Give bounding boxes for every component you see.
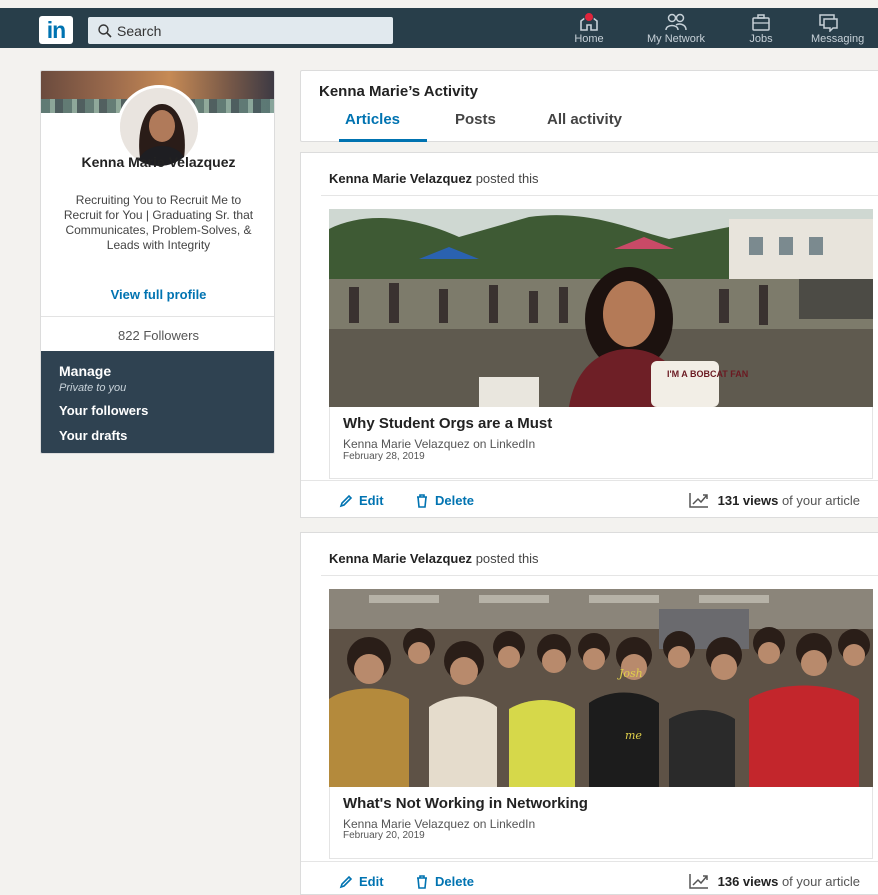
network-icon xyxy=(665,13,687,31)
profile-name[interactable]: Kenna Marie Velazquez xyxy=(41,153,274,172)
post-byline: Kenna Marie Velazquez posted this xyxy=(329,171,539,186)
post-byline: Kenna Marie Velazquez posted this xyxy=(329,551,539,566)
trash-icon xyxy=(417,493,427,508)
tab-posts[interactable]: Posts xyxy=(455,111,496,128)
article-post: Kenna Marie Velazquez posted this xyxy=(300,152,878,518)
activity-header: Kenna Marie’s Activity Articles Posts Al… xyxy=(300,70,878,142)
manage-panel: Manage Private to you Your followers You… xyxy=(41,351,274,453)
top-nav-bar: in Home My Network Jobs xyxy=(0,8,878,48)
edit-button[interactable]: Edit xyxy=(339,874,384,889)
post-author[interactable]: Kenna Marie Velazquez xyxy=(329,551,472,566)
post-action: posted this xyxy=(475,171,539,186)
active-tab-indicator xyxy=(339,139,427,142)
search-box[interactable] xyxy=(88,17,393,44)
nav-my-network-label: My Network xyxy=(646,33,706,45)
article-title[interactable]: Why Student Orgs are a Must xyxy=(343,415,552,432)
your-followers-link[interactable]: Your followers xyxy=(59,403,148,418)
divider xyxy=(301,480,878,481)
profile-headline: Recruiting You to Recruit Me to Recruit … xyxy=(63,193,254,252)
article-post: Kenna Marie Velazquez posted this xyxy=(300,532,878,895)
article-cover-image[interactable]: Josh me xyxy=(329,589,873,787)
tab-articles[interactable]: Articles xyxy=(345,111,400,128)
nav-home-label: Home xyxy=(574,33,604,45)
divider xyxy=(321,575,878,576)
article-views[interactable]: 136 views of your article xyxy=(688,872,860,890)
your-drafts-link[interactable]: Your drafts xyxy=(59,428,127,443)
search-input[interactable] xyxy=(117,17,387,44)
analytics-icon xyxy=(688,874,708,889)
handwriting-me: me xyxy=(625,729,642,742)
pencil-icon xyxy=(339,875,353,888)
analytics-icon xyxy=(688,493,708,508)
nav-my-network[interactable]: My Network xyxy=(636,10,716,48)
article-date: February 20, 2019 xyxy=(343,830,425,841)
nav-jobs[interactable]: Jobs xyxy=(743,10,779,48)
search-icon xyxy=(98,24,112,38)
article-title[interactable]: What's Not Working in Networking xyxy=(343,795,588,812)
delete-button[interactable]: Delete xyxy=(415,874,474,889)
briefcase-icon xyxy=(752,14,770,31)
tab-all-activity[interactable]: All activity xyxy=(547,111,622,128)
edit-button[interactable]: Edit xyxy=(339,493,384,508)
nav-messaging-label: Messaging xyxy=(811,33,865,45)
pencil-icon xyxy=(339,494,353,507)
views-count: 131 views xyxy=(717,492,779,508)
delete-label: Delete xyxy=(435,874,475,889)
divider xyxy=(301,861,878,862)
manage-privacy-note: Private to you xyxy=(59,382,127,394)
notification-badge xyxy=(584,12,594,22)
view-full-profile-link[interactable]: View full profile xyxy=(41,287,274,302)
nav-home[interactable]: Home xyxy=(566,10,612,48)
linkedin-logo[interactable]: in xyxy=(39,16,73,44)
activity-title: Kenna Marie’s Activity xyxy=(319,83,478,100)
trash-icon xyxy=(417,874,427,889)
sign-text: I'M A BOBCAT FAN xyxy=(667,369,748,379)
article-date: February 28, 2019 xyxy=(343,451,425,462)
delete-label: Delete xyxy=(435,493,475,508)
nav-messaging[interactable]: Messaging xyxy=(811,10,878,48)
views-suffix: of your article xyxy=(781,873,860,889)
views-suffix: of your article xyxy=(781,492,860,508)
messaging-icon xyxy=(819,14,838,32)
manage-title: Manage xyxy=(59,363,112,379)
post-author[interactable]: Kenna Marie Velazquez xyxy=(329,171,472,186)
divider xyxy=(41,316,274,317)
profile-card: Kenna Marie Velazquez Recruiting You to … xyxy=(40,70,275,454)
views-count: 136 views xyxy=(717,873,779,889)
edit-label: Edit xyxy=(359,493,384,508)
post-action: posted this xyxy=(475,551,539,566)
delete-button[interactable]: Delete xyxy=(415,493,474,508)
article-views[interactable]: 131 views of your article xyxy=(688,491,860,509)
divider xyxy=(321,195,878,196)
edit-label: Edit xyxy=(359,874,384,889)
article-cover-image[interactable]: I'M A BOBCAT FAN xyxy=(329,209,873,407)
followers-count[interactable]: 822 Followers xyxy=(41,328,274,343)
nav-jobs-label: Jobs xyxy=(749,33,773,45)
handwriting-josh: Josh xyxy=(617,667,643,680)
article-source: Kenna Marie Velazquez on LinkedIn xyxy=(343,817,536,831)
article-source: Kenna Marie Velazquez on LinkedIn xyxy=(343,437,536,451)
